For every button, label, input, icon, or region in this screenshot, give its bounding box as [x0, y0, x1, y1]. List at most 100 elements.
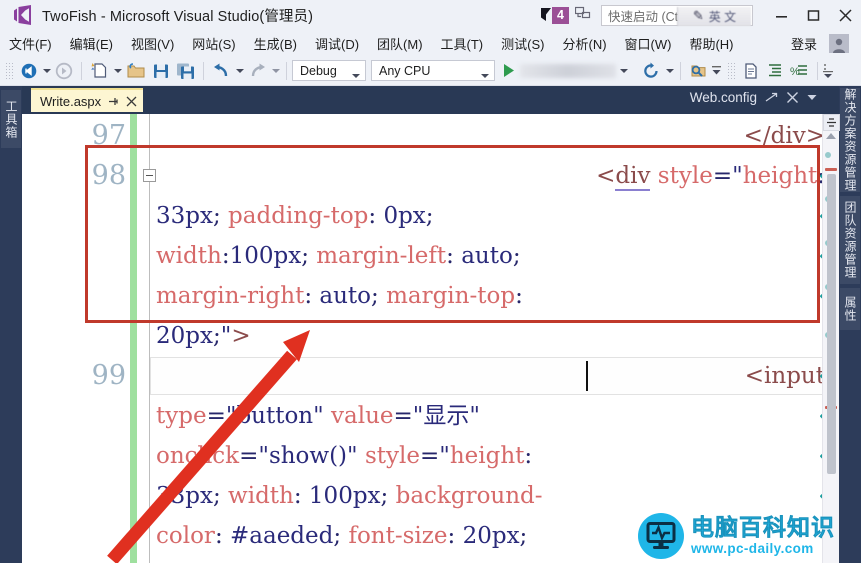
code-token: margin-right [156, 283, 305, 309]
toolbar-grip-icon[interactable] [5, 61, 14, 80]
menu-item-help[interactable]: 帮助(H) [680, 32, 742, 55]
chevron-down-icon [712, 65, 721, 74]
sidebar-item-toolbox[interactable]: 工具箱 [1, 90, 21, 148]
find-options-dropdown[interactable] [711, 65, 722, 76]
code-line[interactable]: 98<div style="height:↵ [22, 156, 839, 196]
tab-write-aspx[interactable]: Write.aspx [31, 88, 144, 112]
sign-in-link[interactable]: 登录 [783, 32, 825, 55]
navigate-back-button[interactable] [17, 59, 41, 83]
menu-item-website[interactable]: 网站(S) [183, 32, 244, 55]
menu-item-edit[interactable]: 编辑(E) [61, 32, 122, 55]
code-line[interactable]: 33px; padding-top: 0px;↵ [22, 196, 839, 236]
solution-configuration-select[interactable]: Debug [292, 60, 366, 81]
code-token: 20px [156, 323, 213, 349]
title-bar: TwoFish - Microsoft Visual Studio(管理员) 4… [0, 0, 861, 30]
new-item-dropdown[interactable] [112, 68, 123, 74]
close-button[interactable] [829, 1, 861, 29]
navigate-back-dropdown[interactable] [41, 68, 52, 74]
menu-item-build[interactable]: 生成(B) [245, 32, 306, 55]
menu-item-tools[interactable]: 工具(T) [432, 32, 493, 55]
sidebar-item-solution-explorer[interactable]: 解决方案资源管理器 [823, 88, 860, 192]
scroll-up-icon[interactable] [826, 133, 836, 139]
menu-item-test[interactable]: 测试(S) [492, 32, 553, 55]
redo-dropdown[interactable] [270, 68, 281, 74]
maximize-button[interactable] [797, 1, 829, 29]
collapse-fold-icon[interactable] [143, 169, 156, 182]
code-line[interactable]: 97 </div> [22, 116, 839, 156]
code-line[interactable]: type="button" value="显示"↵ [22, 396, 839, 436]
send-feedback-icon[interactable] [574, 5, 591, 26]
code-token: : [446, 243, 462, 269]
svg-text:%: % [790, 66, 800, 78]
document-outline-button[interactable] [739, 59, 763, 83]
minimize-button[interactable] [765, 1, 797, 29]
open-file-button[interactable] [123, 59, 149, 83]
ime-language-bar[interactable]: ✎ 英 文 [677, 6, 751, 26]
sidebar-item-team-explorer[interactable]: 团队资源管理器 [823, 196, 860, 284]
code-token: " [439, 443, 450, 469]
toolbar-grip-icon[interactable] [727, 61, 736, 80]
code-line[interactable]: onclick="show()" style="height:↵ [22, 436, 839, 476]
find-in-files-button[interactable] [686, 59, 711, 83]
code-token: ; [212, 323, 221, 349]
tab-web-config-label[interactable]: Web.config [690, 90, 757, 105]
code-token: > [231, 323, 251, 349]
code-editor[interactable]: 97</div>98<div style="height:↵33px; padd… [22, 114, 839, 563]
chevron-down-icon[interactable] [807, 94, 817, 101]
menu-item-view[interactable]: 视图(V) [122, 32, 183, 55]
split-view-icon[interactable] [823, 114, 840, 131]
code-token: auto [461, 243, 513, 269]
menu-item-window[interactable]: 窗口(W) [616, 32, 681, 55]
tab-label: Write.aspx [40, 93, 102, 109]
new-item-button[interactable] [87, 59, 112, 83]
code-token: ; [425, 203, 434, 229]
chevron-down-icon [235, 68, 244, 73]
quick-launch-box[interactable]: 快速启动 (Ctrl+Q) ✎ 英 文 [601, 4, 753, 26]
code-line[interactable]: 20px;"> [22, 316, 839, 356]
float-window-icon[interactable] [765, 92, 778, 104]
code-token: : [293, 483, 309, 509]
comment-button[interactable]: % [787, 59, 812, 83]
redo-button[interactable] [245, 59, 270, 83]
pin-icon[interactable] [108, 96, 119, 107]
line-number: 97 [91, 120, 126, 151]
code-line[interactable]: width:100px; margin-left: auto;↵ [22, 236, 839, 276]
visual-studio-logo-icon [12, 4, 34, 26]
toolbar-overflow-button[interactable] [823, 62, 834, 80]
sidebar-item-properties[interactable]: 属性 [840, 288, 860, 330]
code-line[interactable]: margin-right: auto; margin-top:↵ [22, 276, 839, 316]
editor-vertical-scrollbar[interactable] [822, 114, 840, 563]
undo-dropdown[interactable] [234, 68, 245, 74]
menu-item-debug[interactable]: 调试(D) [306, 32, 368, 55]
notifications-button[interactable]: 4 [540, 6, 569, 24]
save-all-button[interactable] [173, 59, 198, 83]
menu-item-team[interactable]: 团队(M) [368, 32, 432, 55]
indent-button[interactable] [763, 59, 787, 83]
close-icon[interactable] [786, 91, 799, 104]
document-outline-icon [745, 62, 757, 79]
menu-item-analyze[interactable]: 分析(N) [553, 32, 615, 55]
navigate-back-icon [21, 63, 37, 78]
undo-button[interactable] [209, 59, 234, 83]
refresh-dropdown[interactable] [664, 68, 675, 74]
start-debug-button[interactable] [502, 63, 628, 78]
scrollbar-thumb[interactable] [827, 174, 836, 474]
toolbar-separator [286, 61, 287, 80]
code-text: width:100px; margin-left: auto; [156, 236, 825, 276]
code-lines-container[interactable]: 97</div>98<div style="height:↵33px; padd… [22, 114, 839, 563]
refresh-button[interactable] [639, 59, 664, 83]
chevron-down-icon [481, 68, 489, 82]
code-line[interactable]: 33px; width: 100px; background-↵ [22, 476, 839, 516]
menu-item-file[interactable]: 文件(F) [0, 32, 61, 55]
navigate-forward-button[interactable] [52, 59, 76, 83]
save-button[interactable] [149, 59, 173, 83]
user-avatar-icon[interactable] [829, 33, 849, 53]
start-debug-browser-label [520, 63, 616, 78]
code-line[interactable]: 99<input↵ [22, 356, 839, 396]
start-debug-play-icon [504, 64, 514, 77]
open-file-icon [127, 63, 145, 78]
chevron-down-icon [42, 68, 51, 73]
code-token: onclick [156, 443, 240, 469]
solution-platform-select[interactable]: Any CPU [371, 60, 495, 81]
close-tab-icon[interactable] [126, 96, 137, 107]
